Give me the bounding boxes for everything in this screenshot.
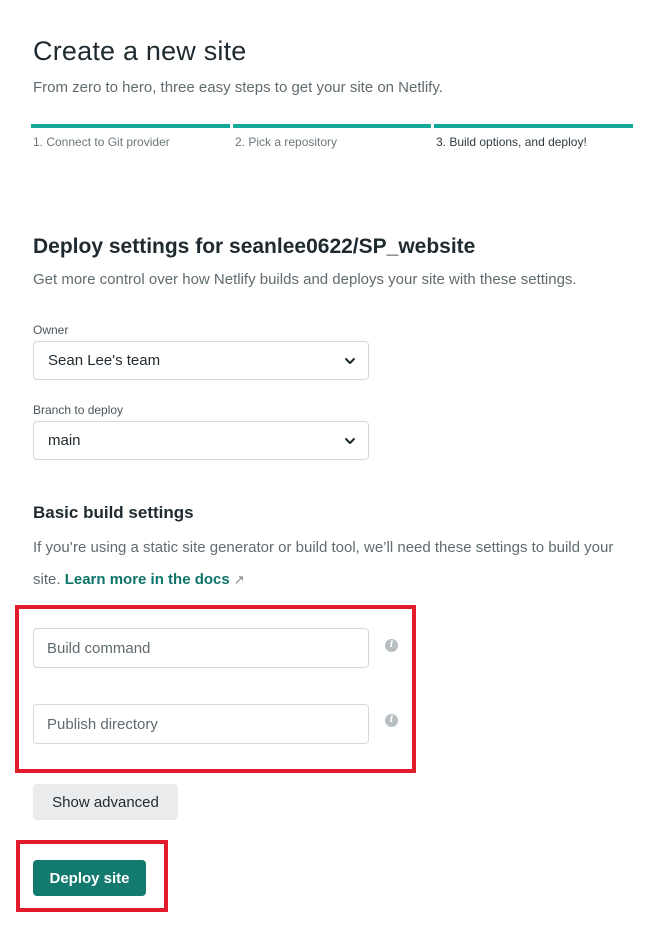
deploy-settings-description: Get more control over how Netlify builds… — [33, 271, 577, 288]
basic-build-title: Basic build settings — [33, 503, 194, 522]
page-subtitle: From zero to hero, three easy steps to g… — [33, 79, 443, 96]
owner-label: Owner — [33, 323, 69, 337]
step-2[interactable]: 2. Pick a repository — [233, 124, 431, 154]
owner-select-value: Sean Lee's team — [48, 352, 161, 369]
page-title: Create a new site — [33, 36, 247, 66]
external-link-icon: ↗ — [233, 572, 245, 587]
branch-label: Branch to deploy — [33, 403, 124, 417]
step-1-bar — [31, 124, 230, 128]
step-2-label: 2. Pick a repository — [235, 135, 338, 149]
info-icon[interactable]: i — [385, 714, 398, 727]
branch-select[interactable]: main — [33, 421, 369, 460]
chevron-down-icon — [345, 438, 355, 444]
build-command-input[interactable] — [34, 629, 368, 667]
publish-directory-input[interactable] — [34, 705, 368, 743]
step-2-bar — [233, 124, 431, 128]
publish-directory-field[interactable] — [33, 704, 369, 744]
build-command-field[interactable] — [33, 628, 369, 668]
deploy-site-button[interactable]: Deploy site — [33, 860, 146, 896]
step-3-bar — [434, 124, 633, 128]
basic-build-description: If you’re using a static site generator … — [33, 532, 633, 596]
docs-link[interactable]: Learn more in the docs — [65, 571, 230, 588]
step-1[interactable]: 1. Connect to Git provider — [31, 124, 230, 154]
step-3: 3. Build options, and deploy! — [434, 124, 633, 154]
branch-select-value: main — [48, 432, 81, 449]
step-1-label: 1. Connect to Git provider — [33, 135, 170, 149]
step-3-label: 3. Build options, and deploy! — [436, 135, 587, 149]
chevron-down-icon — [345, 358, 355, 364]
info-icon[interactable]: i — [385, 639, 398, 652]
create-site-page: Create a new site From zero to hero, thr… — [0, 0, 665, 930]
step-progress: 1. Connect to Git provider 2. Pick a rep… — [31, 124, 633, 154]
deploy-settings-title: Deploy settings for seanlee0622/SP_websi… — [33, 235, 476, 258]
show-advanced-button[interactable]: Show advanced — [33, 784, 178, 820]
owner-select[interactable]: Sean Lee's team — [33, 341, 369, 380]
